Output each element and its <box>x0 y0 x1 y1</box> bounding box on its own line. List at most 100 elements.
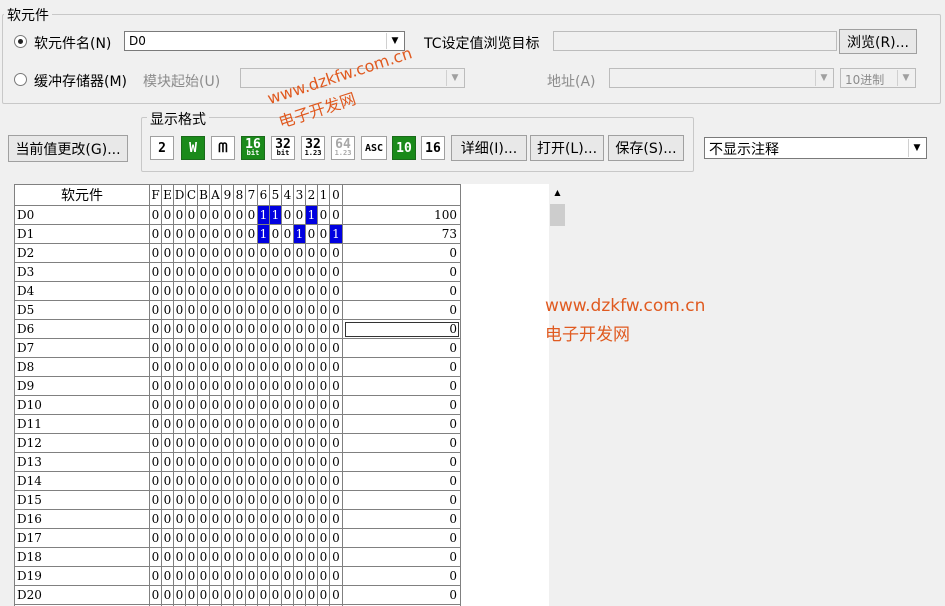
bit-cell[interactable]: 0 <box>233 357 246 377</box>
device-name-cell[interactable]: D4 <box>14 281 150 301</box>
bit-cell[interactable]: 0 <box>185 414 198 434</box>
device-name-cell[interactable]: D7 <box>14 338 150 358</box>
bit-cell[interactable]: 0 <box>245 395 258 415</box>
bit-cell[interactable]: 0 <box>317 509 330 529</box>
bit-cell[interactable]: 0 <box>161 395 174 415</box>
bit-cell[interactable]: 0 <box>245 224 258 244</box>
bit-cell[interactable]: 0 <box>293 300 306 320</box>
bit-cell[interactable]: 0 <box>173 224 186 244</box>
bit-cell[interactable]: 0 <box>161 452 174 472</box>
bit-cell[interactable]: 0 <box>293 319 306 339</box>
bit-cell[interactable]: 0 <box>149 243 162 263</box>
bit-cell[interactable]: 0 <box>257 357 270 377</box>
bit-cell[interactable]: 0 <box>305 433 318 453</box>
bit-cell[interactable]: 0 <box>257 262 270 282</box>
table-row[interactable]: D11 0 0 0 0 0 0 0 0 0 0 0 0 0 0 0 0 0 <box>14 414 461 434</box>
bit-cell[interactable]: 0 <box>209 585 222 605</box>
decimal-value-cell[interactable]: 0 <box>342 281 461 301</box>
bit-cell[interactable]: 0 <box>317 471 330 491</box>
format-binary-button[interactable]: 2 <box>150 136 174 160</box>
bit-cell[interactable]: 0 <box>293 547 306 567</box>
bit-cell[interactable]: 0 <box>305 471 318 491</box>
device-name-cell[interactable]: D2 <box>14 243 150 263</box>
bit-cell[interactable]: 0 <box>269 319 282 339</box>
bit-cell[interactable]: 0 <box>185 262 198 282</box>
bit-cell[interactable]: 0 <box>209 205 222 225</box>
device-name-cell[interactable]: D3 <box>14 262 150 282</box>
bit-cell[interactable]: 0 <box>329 319 343 339</box>
device-name-cell[interactable]: D13 <box>14 452 150 472</box>
bit-cell[interactable]: 0 <box>233 414 246 434</box>
bit-cell[interactable]: 1 <box>329 224 343 244</box>
decimal-value-cell[interactable]: 0 <box>342 566 461 586</box>
bit-cell[interactable]: 0 <box>281 224 294 244</box>
bit-cell[interactable]: 0 <box>209 528 222 548</box>
bit-cell[interactable]: 0 <box>329 281 343 301</box>
bit-cell[interactable]: 0 <box>197 414 210 434</box>
decimal-value-cell[interactable]: 0 <box>342 243 461 263</box>
table-row[interactable]: D12 0 0 0 0 0 0 0 0 0 0 0 0 0 0 0 0 0 <box>14 433 461 453</box>
bit-cell[interactable]: 0 <box>185 395 198 415</box>
bit-cell[interactable]: 0 <box>149 338 162 358</box>
bit-cell[interactable]: 0 <box>197 566 210 586</box>
bit-cell[interactable]: 0 <box>317 452 330 472</box>
bit-cell[interactable]: 0 <box>293 490 306 510</box>
bit-cell[interactable]: 0 <box>317 585 330 605</box>
bit-cell[interactable]: 0 <box>185 585 198 605</box>
bit-cell[interactable]: 0 <box>221 509 234 529</box>
comment-display-select[interactable]: 不显示注释 ▼ <box>704 137 927 159</box>
bit-cell[interactable]: 0 <box>281 509 294 529</box>
format-16bit-button[interactable]: 16 bit <box>241 136 265 160</box>
bit-cell[interactable]: 0 <box>257 528 270 548</box>
bit-cell[interactable]: 0 <box>173 452 186 472</box>
bit-cell[interactable]: 0 <box>161 547 174 567</box>
decimal-value-cell[interactable]: 0 <box>342 262 461 282</box>
format-ascii-button[interactable]: ASC <box>361 136 387 160</box>
decimal-value-cell[interactable]: 0 <box>342 357 461 377</box>
bit-cell[interactable]: 0 <box>269 357 282 377</box>
bit-cell[interactable]: 0 <box>185 547 198 567</box>
bit-cell[interactable]: 0 <box>149 452 162 472</box>
table-row[interactable]: D19 0 0 0 0 0 0 0 0 0 0 0 0 0 0 0 0 0 <box>14 566 461 586</box>
bit-cell[interactable]: 0 <box>281 319 294 339</box>
bit-cell[interactable]: 0 <box>269 452 282 472</box>
bit-cell[interactable]: 0 <box>329 300 343 320</box>
decimal-value-cell[interactable]: 0 <box>342 414 461 434</box>
scroll-up-icon[interactable]: ▲ <box>549 184 566 201</box>
bit-cell[interactable]: 0 <box>329 357 343 377</box>
bit-cell[interactable]: 0 <box>221 243 234 263</box>
bit-cell[interactable]: 0 <box>257 509 270 529</box>
bit-cell[interactable]: 0 <box>281 357 294 377</box>
device-name-radio[interactable] <box>14 35 27 48</box>
bit-cell[interactable]: 0 <box>173 490 186 510</box>
device-table-container[interactable]: 软元件 FEDCBA9876543210 D0 0 0 0 0 0 0 0 0 0 1 1 0 0 1 0 0 1… <box>14 184 549 606</box>
table-row[interactable]: D7 0 0 0 0 0 0 0 0 0 0 0 0 0 0 0 0 0 <box>14 338 461 358</box>
bit-cell[interactable]: 0 <box>305 509 318 529</box>
bit-cell[interactable]: 0 <box>329 433 343 453</box>
bit-cell[interactable]: 0 <box>329 471 343 491</box>
bit-cell[interactable]: 0 <box>185 376 198 396</box>
bit-cell[interactable]: 0 <box>269 376 282 396</box>
bit-cell[interactable]: 0 <box>281 452 294 472</box>
bit-cell[interactable]: 0 <box>269 433 282 453</box>
bit-cell[interactable]: 0 <box>185 338 198 358</box>
bit-cell[interactable]: 0 <box>317 376 330 396</box>
bit-cell[interactable]: 0 <box>269 547 282 567</box>
bit-cell[interactable]: 0 <box>245 243 258 263</box>
bit-cell[interactable]: 0 <box>173 376 186 396</box>
bit-cell[interactable]: 0 <box>233 566 246 586</box>
bit-cell[interactable]: 0 <box>233 376 246 396</box>
table-row[interactable]: D18 0 0 0 0 0 0 0 0 0 0 0 0 0 0 0 0 0 <box>14 547 461 567</box>
bit-cell[interactable]: 0 <box>305 338 318 358</box>
bit-cell[interactable]: 0 <box>221 471 234 491</box>
bit-cell[interactable]: 0 <box>233 205 246 225</box>
bit-cell[interactable]: 0 <box>317 319 330 339</box>
table-scrollbar[interactable]: ▲ <box>549 184 566 606</box>
bit-cell[interactable]: 0 <box>269 262 282 282</box>
bit-cell[interactable]: 0 <box>281 338 294 358</box>
bit-cell[interactable]: 0 <box>173 262 186 282</box>
bit-cell[interactable]: 0 <box>245 300 258 320</box>
bit-cell[interactable]: 0 <box>305 319 318 339</box>
bit-cell[interactable]: 0 <box>329 490 343 510</box>
bit-cell[interactable]: 0 <box>197 547 210 567</box>
